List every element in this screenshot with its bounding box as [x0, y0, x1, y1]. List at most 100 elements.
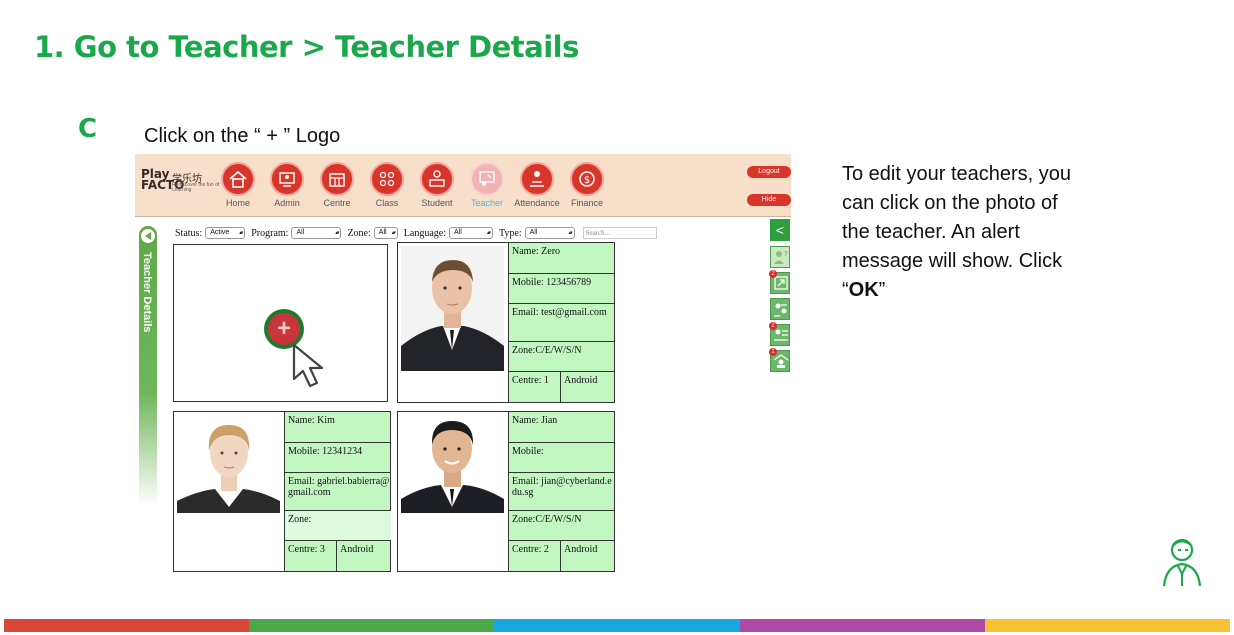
footer-color-segment — [494, 619, 740, 632]
filter-bar: Status: Active Program: All Zone: All La… — [175, 226, 657, 240]
teacher-centre: Centre: 1 — [509, 372, 561, 402]
teacher-centre: Centre: 3 — [285, 541, 337, 571]
slide-title: 1. Go to Teacher > Teacher Details — [34, 30, 579, 64]
nav-label: Centre — [323, 198, 351, 208]
teacher-email: Email: gabriel.babierra@gmail.com — [285, 473, 391, 511]
help-user-icon: ? — [774, 250, 788, 264]
teacher-photo[interactable] — [401, 246, 504, 371]
status-select[interactable]: Active — [205, 227, 246, 239]
attendance-icon — [530, 171, 544, 187]
teacher-email: Email: jian@cyberland.edu.sg — [509, 473, 615, 511]
nav-class[interactable]: Class — [362, 162, 412, 208]
teacher-name: Name: Kim — [285, 412, 391, 443]
logout-button[interactable]: Logout — [747, 166, 791, 178]
notification-badge: 1 — [769, 348, 777, 356]
side-note-line: message will show. Click — [842, 250, 1063, 272]
teacher-device: Android — [564, 544, 598, 555]
teacher-photo[interactable] — [401, 415, 504, 513]
teacher-photo[interactable] — [177, 415, 280, 513]
toolbar-assign-button[interactable]: 2 — [769, 270, 790, 294]
svg-text:?: ? — [784, 250, 788, 258]
search-input[interactable]: Search... — [582, 227, 657, 239]
teacher-card[interactable]: Name: Jian Mobile: Email: jian@cyberland… — [397, 411, 615, 572]
side-note-line: can click on the photo of — [842, 192, 1058, 214]
teacher-name: Name: Jian — [509, 412, 615, 443]
type-select[interactable]: All — [524, 227, 575, 239]
nav-finance[interactable]: $ Finance — [562, 162, 612, 208]
mascot-icon — [1162, 538, 1202, 587]
notification-badge: 2 — [769, 270, 777, 278]
step-letter: C — [78, 114, 98, 144]
nav-teacher[interactable]: Teacher — [462, 162, 512, 208]
nav-attendance[interactable]: Attendance — [512, 162, 562, 208]
footer-color-bar — [4, 619, 1231, 632]
footer-color-segment — [4, 619, 250, 632]
teacher-portrait-icon — [401, 415, 504, 513]
student-icon — [429, 170, 445, 187]
svg-text:$: $ — [584, 175, 590, 186]
side-tab-label: Teacher Details — [141, 252, 153, 333]
zone-label: Zone: — [347, 227, 371, 239]
toolbar-classroom-button[interactable]: 1 — [769, 348, 790, 372]
language-select[interactable]: All — [448, 227, 493, 239]
teacher-info-panel: Name: Kim Mobile: 12341234 Email: gabrie… — [284, 412, 391, 571]
teacher-info-panel: Name: Jian Mobile: Email: jian@cyberland… — [508, 412, 615, 571]
teacher-mobile: Mobile: 12341234 — [285, 443, 391, 473]
nav-label: Admin — [274, 198, 300, 208]
teacher-card[interactable]: Name: Zero Mobile: 123456789 Email: test… — [397, 242, 615, 403]
teacher-device: Android — [340, 544, 374, 555]
teacher-details-side-tab[interactable]: Teacher Details — [139, 226, 157, 506]
back-chevron-icon: < — [775, 222, 785, 238]
nav-label: Home — [225, 198, 250, 208]
teacher-info-panel: Name: Zero Mobile: 123456789 Email: test… — [508, 243, 615, 402]
teacher-mobile: Mobile: — [509, 443, 615, 473]
nav-label: Teacher — [470, 198, 504, 208]
teacher-name: Name: Zero — [509, 243, 615, 274]
teacher-portrait-icon — [401, 246, 504, 371]
teacher-card[interactable]: Name: Kim Mobile: 12341234 Email: gabrie… — [173, 411, 391, 572]
centre-icon — [329, 173, 345, 187]
admin-icon — [279, 172, 295, 187]
collapse-arrow-icon[interactable] — [140, 228, 156, 244]
teacher-mobile: Mobile: 123456789 — [509, 274, 615, 304]
status-label: Status: — [175, 227, 203, 239]
toolbar-group-button[interactable] — [770, 298, 790, 320]
toolbar-help-button[interactable]: ? — [770, 246, 790, 268]
toolbar-report-button[interactable]: 2 — [769, 322, 790, 346]
nav-student[interactable]: Student — [412, 162, 462, 208]
teacher-zone: Zone:C/E/W/S/N — [509, 511, 615, 541]
nav-label: Attendance — [514, 198, 560, 208]
add-teacher-card[interactable]: + — [173, 244, 388, 402]
plus-icon: + — [276, 315, 291, 342]
footer-color-segment — [249, 619, 495, 632]
side-note: To edit your teachers, you can click on … — [842, 160, 1112, 305]
teacher-device: Android — [564, 375, 598, 386]
footer-color-segment — [739, 619, 985, 632]
toolbar-back-button[interactable]: < — [770, 219, 790, 241]
step-instruction: Click on the “ + ” Logo — [144, 125, 341, 147]
ok-emphasis: OK — [848, 279, 879, 301]
program-select[interactable]: All — [291, 227, 342, 239]
mouse-cursor-icon — [292, 343, 324, 388]
finance-icon: $ — [579, 171, 595, 187]
nav-label: Class — [375, 198, 399, 208]
teacher-email: Email: test@gmail.com — [509, 304, 615, 342]
class-icon — [379, 171, 395, 187]
home-icon — [229, 170, 247, 188]
teacher-icon — [479, 171, 495, 186]
zone-select[interactable]: All — [373, 227, 398, 239]
group-icon — [774, 303, 787, 317]
side-note-line: “OK” — [842, 279, 886, 301]
notification-badge: 2 — [769, 322, 777, 330]
side-note-line: To edit your teachers, you — [842, 163, 1072, 185]
playfacto-logo[interactable]: Play FACTO 学乐坊 Rediscover the fun of Lear… — [141, 168, 221, 199]
type-label: Type: — [498, 227, 522, 239]
nav-home[interactable]: Home — [213, 162, 263, 208]
nav-centre[interactable]: Centre — [312, 162, 362, 208]
teacher-portrait-icon — [177, 415, 280, 513]
hide-button[interactable]: Hide — [747, 194, 791, 206]
teacher-centre: Centre: 2 — [509, 541, 561, 571]
nav-admin[interactable]: Admin — [262, 162, 312, 208]
program-label: Program: — [251, 227, 289, 239]
side-note-line: the teacher. An alert — [842, 221, 1020, 243]
